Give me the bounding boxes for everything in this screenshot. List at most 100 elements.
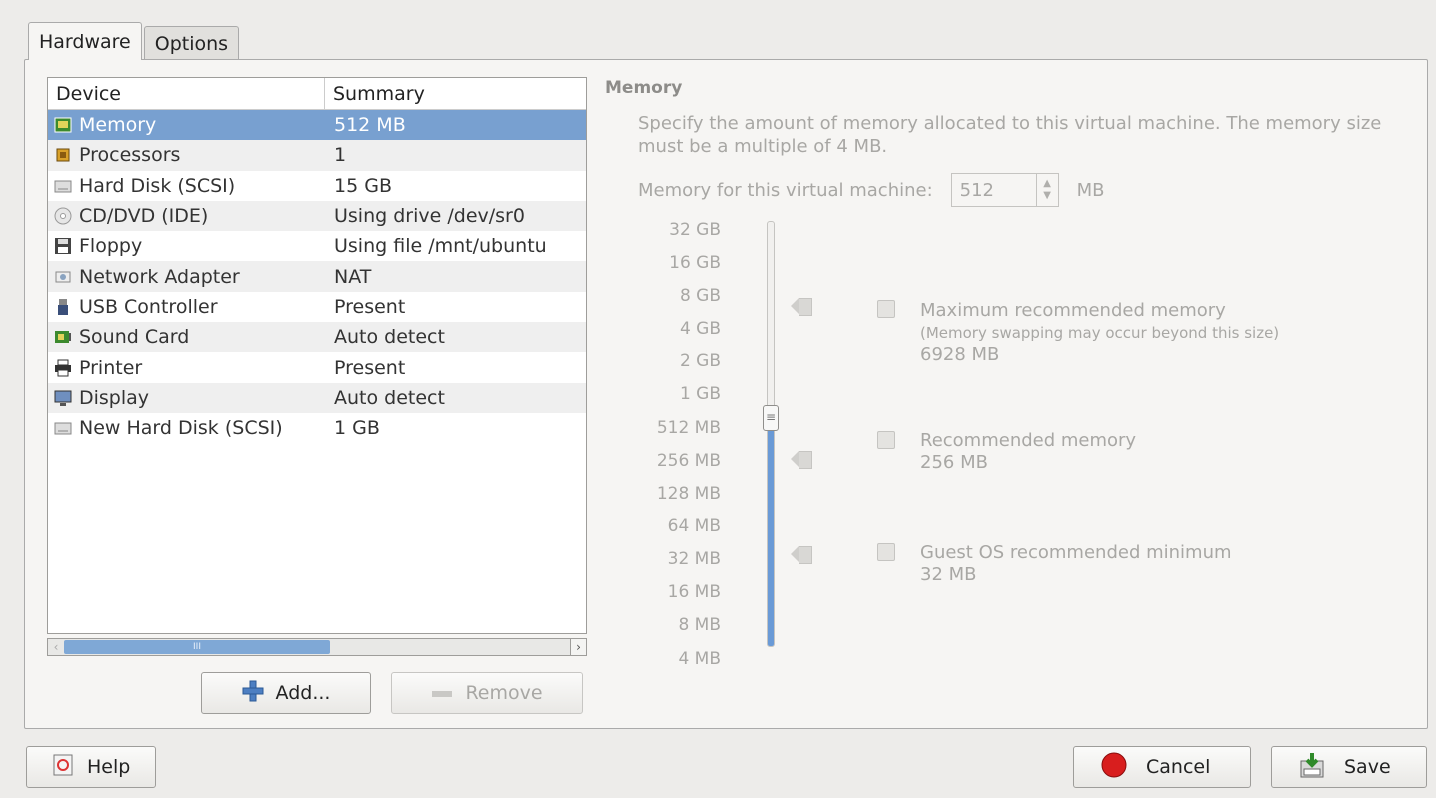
device-summary: Present <box>334 356 406 379</box>
device-name: Sound Card <box>79 326 190 349</box>
device-row-cd-dvd[interactable]: CD/DVD (IDE) Using drive /dev/sr0 <box>48 200 586 232</box>
hard-disk-icon <box>53 419 73 437</box>
device-summary: Auto detect <box>334 326 445 349</box>
display-icon <box>53 389 73 407</box>
device-summary: 512 MB <box>334 114 406 137</box>
device-name: Memory <box>79 114 157 137</box>
scale-label: 32 GB <box>669 220 721 240</box>
scale-label: 16 GB <box>669 253 721 273</box>
memory-slider-fill <box>768 422 774 646</box>
device-list-hscrollbar[interactable]: ‹ III › <box>47 638 587 656</box>
add-button[interactable]: Add... <box>201 672 371 714</box>
device-row-memory[interactable]: Memory 512 MB <box>48 110 586 141</box>
recommended-label: Recommended memory <box>920 430 1137 451</box>
device-name: CD/DVD (IDE) <box>79 205 209 228</box>
device-rows: Memory 512 MB Processors 1 Hard Disk (SC… <box>48 110 586 443</box>
device-summary: NAT <box>334 265 372 288</box>
device-row-processors[interactable]: Processors 1 <box>48 140 586 171</box>
scroll-thumb-grip: III <box>193 642 201 652</box>
hard-disk-icon <box>53 177 73 195</box>
max-recommended-checkbox-icon <box>877 300 895 318</box>
floppy-icon <box>53 237 73 255</box>
tab-bar: Hardware Options <box>28 22 241 60</box>
scroll-thumb[interactable]: III <box>64 640 330 654</box>
memory-field-row: Memory for this virtual machine: 512 ▲ ▼ … <box>638 173 1105 207</box>
device-summary: 15 GB <box>334 174 392 197</box>
scale-label: 128 MB <box>656 484 721 504</box>
scale-label: 2 GB <box>679 351 721 371</box>
minimum-info: Guest OS recommended minimum 32 MB <box>920 542 1232 586</box>
device-row-hard-disk[interactable]: Hard Disk (SCSI) 15 GB <box>48 171 586 201</box>
scale-label: 8 GB <box>679 286 721 306</box>
recommended-checkbox-icon <box>877 431 895 449</box>
cancel-icon <box>1100 751 1128 784</box>
minimum-checkbox-icon <box>877 543 895 561</box>
device-summary: Auto detect <box>334 386 445 409</box>
help-icon <box>53 754 73 781</box>
device-row-usb-controller[interactable]: USB Controller Present <box>48 292 586 322</box>
scale-label: 32 MB <box>667 549 721 569</box>
device-summary: 1 <box>334 144 347 167</box>
usb-icon <box>53 298 73 316</box>
max-recommended-value: 6928 MB <box>920 344 1000 365</box>
device-summary: 1 GB <box>334 417 380 440</box>
add-button-label: Add... <box>275 682 331 704</box>
device-name: Processors <box>79 144 181 167</box>
save-icon <box>1298 751 1326 784</box>
minimum-label: Guest OS recommended minimum <box>920 542 1232 563</box>
device-name: Network Adapter <box>79 265 240 288</box>
tab-hardware[interactable]: Hardware <box>28 22 142 60</box>
max-recommended-info: Maximum recommended memory (Memory swapp… <box>920 300 1279 366</box>
tab-options[interactable]: Options <box>143 26 240 60</box>
scroll-left-arrow-icon[interactable]: ‹ <box>48 639 64 655</box>
tab-hardware-label: Hardware <box>39 30 131 53</box>
scale-label: 4 GB <box>679 319 721 339</box>
minimum-value: 32 MB <box>920 564 977 585</box>
max-recommended-marker-icon <box>791 298 813 316</box>
device-list: Device Summary Memory 512 MB Processors … <box>47 77 587 634</box>
scale-label: 8 MB <box>678 615 721 635</box>
remove-button[interactable]: Remove <box>391 672 583 714</box>
device-row-printer[interactable]: Printer Present <box>48 352 586 382</box>
device-name: Display <box>79 386 150 409</box>
save-button-label: Save <box>1344 756 1391 778</box>
device-summary: Present <box>334 295 406 318</box>
plus-icon <box>242 680 264 707</box>
device-summary: Using drive /dev/sr0 <box>334 205 525 228</box>
memory-description: Specify the amount of memory allocated t… <box>638 113 1382 157</box>
device-row-floppy[interactable]: Floppy Using file /mnt/ubuntu <box>48 231 586 261</box>
memory-section-title: Memory <box>605 78 683 98</box>
recommended-info: Recommended memory 256 MB <box>920 430 1136 474</box>
recommended-marker-icon <box>791 451 813 469</box>
memory-icon <box>53 116 73 134</box>
scale-label: 4 MB <box>678 649 721 669</box>
remove-button-label: Remove <box>465 682 543 704</box>
memory-slider-thumb[interactable]: ≡ <box>763 405 779 431</box>
sound-card-icon <box>53 328 73 346</box>
device-summary: Using file /mnt/ubuntu <box>334 235 547 258</box>
device-row-new-hard-disk[interactable]: New Hard Disk (SCSI) 1 GB <box>48 413 586 443</box>
scroll-right-arrow-icon[interactable]: › <box>570 639 586 655</box>
max-recommended-label: Maximum recommended memory <box>920 300 1226 321</box>
device-row-network-adapter[interactable]: Network Adapter NAT <box>48 261 586 292</box>
memory-unit: MB <box>1076 179 1105 201</box>
cancel-button[interactable]: Cancel <box>1073 746 1251 788</box>
help-button[interactable]: Help <box>26 746 156 788</box>
hardware-panel: Device Summary Memory 512 MB Processors … <box>24 59 1428 729</box>
minimum-marker-icon <box>791 546 813 564</box>
memory-spinbox[interactable]: 512 ▲ ▼ <box>950 173 1059 207</box>
device-row-sound-card[interactable]: Sound Card Auto detect <box>48 322 586 353</box>
device-row-display[interactable]: Display Auto detect <box>48 382 586 413</box>
cancel-button-label: Cancel <box>1146 756 1211 778</box>
scale-label: 512 MB <box>656 418 721 438</box>
save-button[interactable]: Save <box>1271 746 1427 788</box>
cd-dvd-icon <box>53 207 73 225</box>
memory-spinbox-value[interactable]: 512 <box>952 180 1036 201</box>
minus-icon <box>431 682 453 704</box>
column-header-summary[interactable]: Summary <box>325 78 425 109</box>
column-header-device[interactable]: Device <box>48 78 325 109</box>
device-name: Hard Disk (SCSI) <box>79 174 236 197</box>
device-list-header: Device Summary <box>48 78 586 110</box>
scale-label: 256 MB <box>656 451 721 471</box>
spin-arrows-icon[interactable]: ▲ ▼ <box>1035 174 1058 206</box>
